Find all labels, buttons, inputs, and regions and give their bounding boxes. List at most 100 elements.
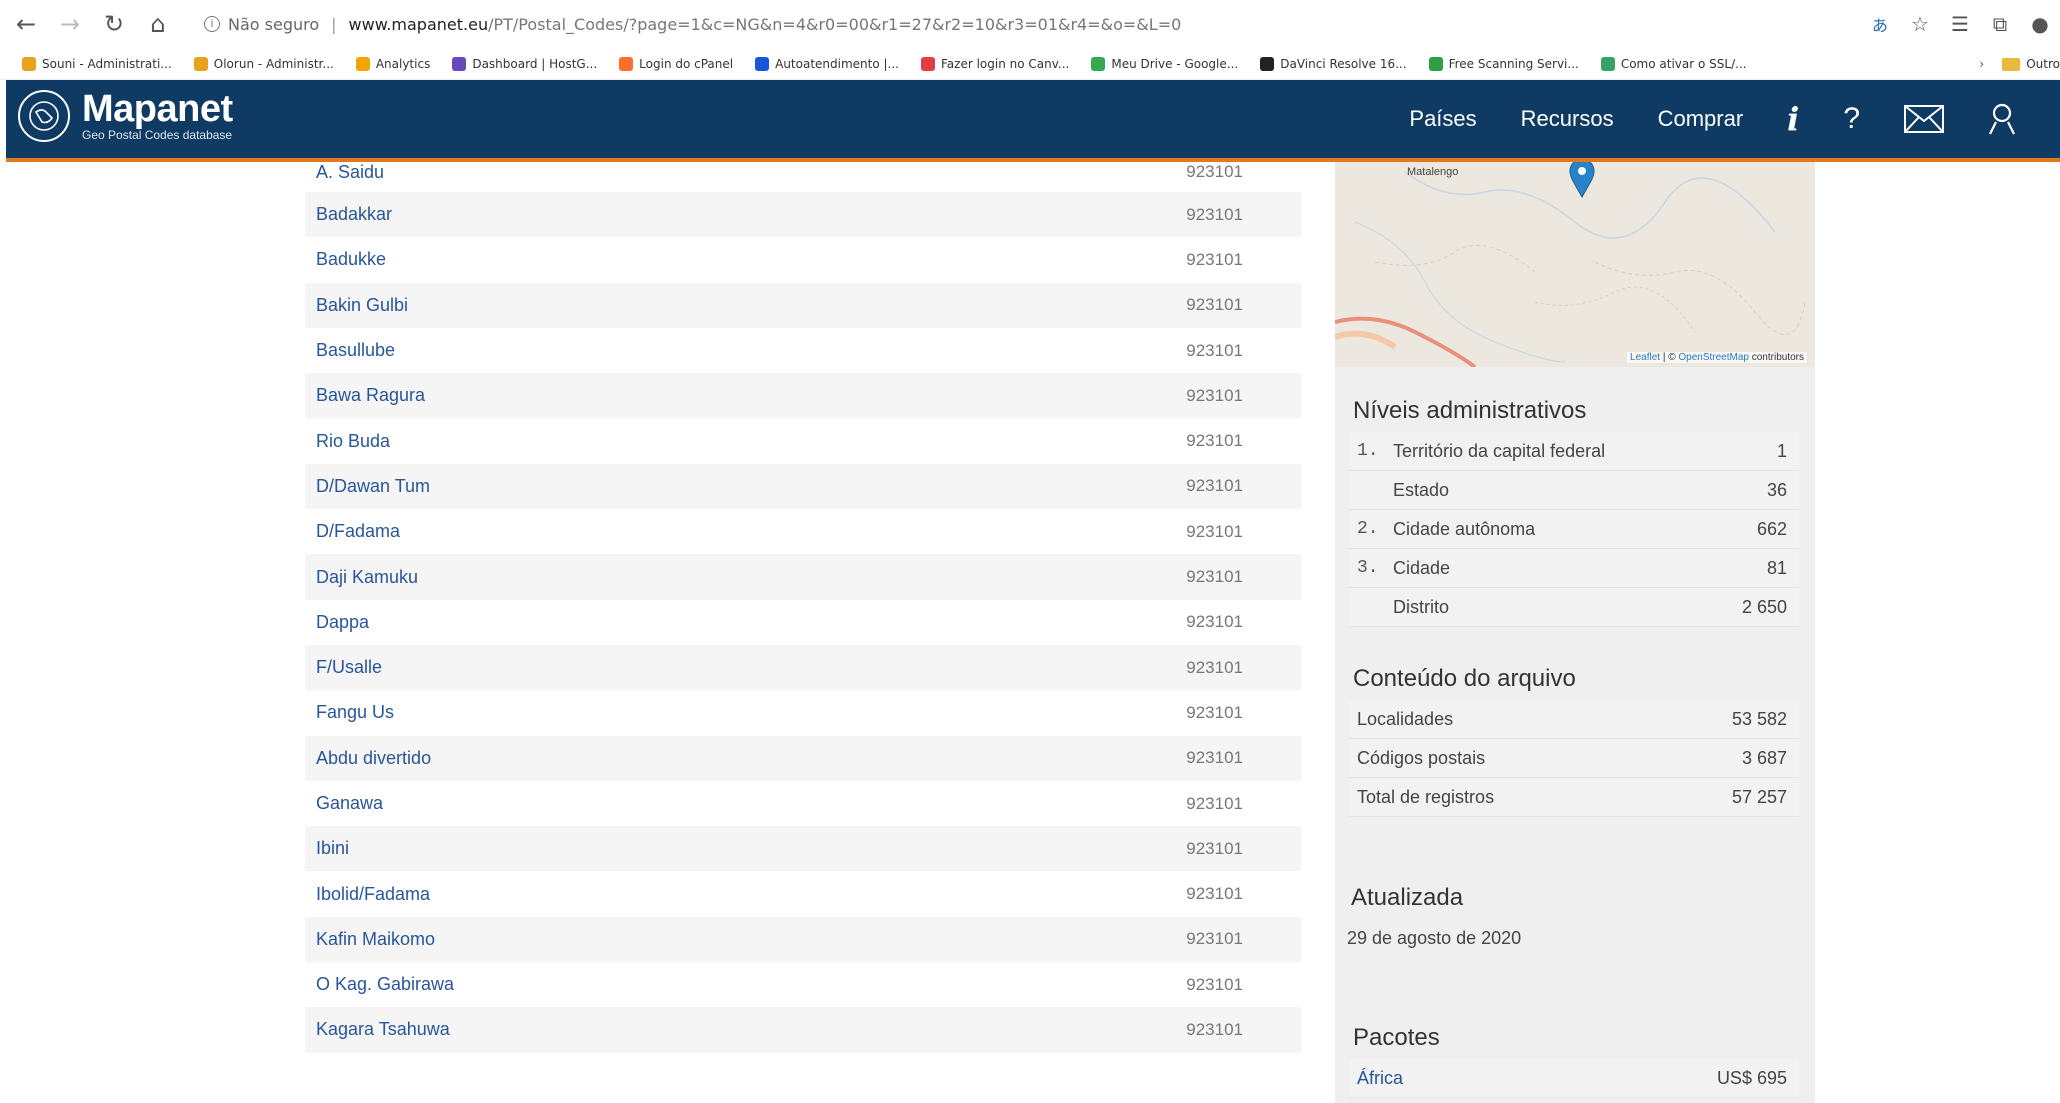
table-row: Dappa 923101: [305, 600, 1301, 645]
locality-link[interactable]: Daji Kamuku: [316, 567, 418, 588]
translate-icon[interactable]: あ: [1860, 12, 1900, 36]
leaflet-link[interactable]: Leaflet: [1630, 352, 1660, 363]
locality-link[interactable]: O Kag. Gabirawa: [316, 974, 454, 995]
table-row: Fangu Us 923101: [305, 690, 1301, 735]
file-contents-label: Total de registros: [1357, 786, 1495, 807]
admin-level-count: 662: [1756, 518, 1787, 539]
locality-link[interactable]: Badukke: [316, 249, 386, 270]
table-row: Basullube 923101: [305, 328, 1301, 373]
bookmark-item[interactable]: Meu Drive - Google...: [1091, 56, 1238, 71]
bookmark-favicon-icon: [921, 56, 935, 71]
url-host: www.mapanet.eu: [348, 14, 489, 34]
locality-link[interactable]: A. Saidu: [316, 162, 384, 183]
postal-code: 923101: [1186, 884, 1243, 904]
sidebar: Matalengo Leaflet | © OpenStreetMap cont…: [1335, 162, 1815, 1103]
browser-address-bar: ← → ↻ ⌂ i Não seguro | www.mapanet.eu/PT/…: [0, 0, 2060, 48]
nav-buy[interactable]: Comprar: [1658, 106, 1744, 132]
bookmark-item[interactable]: Analytics: [355, 56, 430, 71]
package-label: África: [1357, 1067, 1404, 1088]
info-icon[interactable]: i: [1787, 100, 1799, 138]
admin-level-row[interactable]: Distrito 2 650: [1349, 588, 1799, 627]
postal-code: 923101: [1186, 612, 1243, 632]
bookmark-favicon-icon: [1428, 56, 1443, 71]
nav-countries[interactable]: Países: [1409, 106, 1476, 132]
locality-link[interactable]: Rio Buda: [316, 431, 390, 452]
table-row: Abdu divertido 923101: [305, 735, 1301, 781]
admin-level-row[interactable]: Estado 36: [1349, 471, 1799, 510]
locality-link[interactable]: D/Dawan Tum: [316, 476, 430, 497]
postal-code: 923101: [1186, 657, 1243, 677]
user-icon[interactable]: [1988, 103, 2016, 135]
bookmark-item[interactable]: Olorun - Administr...: [193, 56, 334, 71]
site-logo[interactable]: Mapanet Geo Postal Codes database: [18, 90, 233, 142]
locality-link[interactable]: D/Fadama: [316, 521, 400, 542]
bookmark-item[interactable]: Login do cPanel: [619, 56, 733, 71]
postal-code: 923101: [1186, 431, 1243, 451]
location-map[interactable]: Matalengo Leaflet | © OpenStreetMap cont…: [1335, 162, 1815, 367]
attribution-separator: | ©: [1660, 352, 1679, 363]
admin-level-row[interactable]: 1. Território da capital federal 1: [1349, 432, 1799, 471]
bookmark-item[interactable]: Free Scanning Servi...: [1428, 56, 1579, 71]
locality-link[interactable]: Fangu Us: [316, 702, 394, 723]
bookmark-item[interactable]: Fazer login no Canv...: [921, 56, 1070, 71]
admin-level-row[interactable]: 2. Cidade autônoma 662: [1349, 510, 1799, 549]
bookmark-item[interactable]: Como ativar o SSL/...: [1600, 56, 1747, 71]
nav-resources[interactable]: Recursos: [1521, 106, 1614, 132]
logo-title: Mapanet: [82, 88, 233, 130]
postal-code: 923101: [1186, 567, 1243, 587]
table-row: Kagara Tsahuwa 923101: [305, 1007, 1301, 1053]
other-bookmarks-label[interactable]: Outro: [2026, 57, 2060, 71]
admin-level-count: 2 650: [1741, 596, 1787, 617]
locality-link[interactable]: Ganawa: [316, 793, 383, 814]
bookmark-favicon-icon: [452, 56, 467, 71]
locality-link[interactable]: F/Usalle: [316, 657, 382, 678]
package-row[interactable]: África US$ 695: [1349, 1059, 1799, 1098]
bookmark-item[interactable]: Autoatendimento |...: [755, 56, 899, 71]
bookmark-item[interactable]: Souni - Administrati...: [22, 56, 172, 71]
map-place-label: Matalengo: [1407, 166, 1459, 178]
admin-level-count: 81: [1766, 557, 1787, 578]
url-field[interactable]: i Não seguro | www.mapanet.eu/PT/Postal_C…: [204, 15, 1181, 34]
chevron-right-icon[interactable]: ›: [1979, 57, 1984, 71]
file-contents-value: 57 257: [1731, 786, 1787, 807]
locality-link[interactable]: Bakin Gulbi: [316, 295, 408, 316]
locality-link[interactable]: Dappa: [316, 612, 369, 633]
back-arrow-icon[interactable]: ←: [8, 6, 44, 42]
osm-link[interactable]: OpenStreetMap: [1678, 352, 1749, 363]
favorites-list-icon[interactable]: ☰: [1940, 12, 1980, 36]
profile-avatar[interactable]: ●: [2020, 12, 2060, 36]
bookmark-item[interactable]: Dashboard | HostG...: [452, 56, 597, 71]
postal-code: 923101: [1186, 793, 1243, 813]
logo-subtitle: Geo Postal Codes database: [82, 128, 233, 142]
bookmark-label: Fazer login no Canv...: [941, 56, 1070, 71]
favorite-star-icon[interactable]: ☆: [1900, 12, 1940, 36]
help-icon[interactable]: ?: [1843, 102, 1860, 136]
postal-code: 923101: [1186, 702, 1243, 722]
locality-link[interactable]: Ibini: [316, 838, 349, 859]
postal-code: 923101: [1186, 974, 1243, 994]
bookmark-label: Free Scanning Servi...: [1448, 56, 1579, 71]
locality-link[interactable]: Kafin Maikomo: [316, 929, 435, 950]
forward-arrow-icon[interactable]: →: [52, 6, 88, 42]
collections-icon[interactable]: ⧉: [1980, 12, 2020, 36]
map-marker-icon[interactable]: [1569, 162, 1595, 198]
home-icon[interactable]: ⌂: [140, 6, 176, 42]
postal-code: 923101: [1186, 204, 1243, 224]
updated-title: Atualizada: [1351, 884, 1464, 911]
security-indicator[interactable]: i Não seguro: [204, 15, 319, 34]
locality-link[interactable]: Abdu divertido: [316, 748, 431, 769]
browser-toolbar-right: あ ☆ ☰ ⧉ ●: [1860, 0, 2060, 48]
postal-code: 923101: [1186, 340, 1243, 360]
table-row: O Kag. Gabirawa 923101: [305, 962, 1301, 1007]
mail-icon[interactable]: [1904, 105, 1944, 133]
reload-icon[interactable]: ↻: [96, 6, 132, 42]
bookmark-item[interactable]: DaVinci Resolve 16...: [1260, 56, 1407, 71]
bookmark-label: Como ativar o SSL/...: [1620, 56, 1747, 71]
locality-link[interactable]: Kagara Tsahuwa: [316, 1019, 450, 1040]
locality-link[interactable]: Basullube: [316, 340, 395, 361]
locality-link[interactable]: Ibolid/Fadama: [316, 884, 430, 905]
locality-link[interactable]: Badakkar: [316, 204, 392, 225]
locality-link[interactable]: Bawa Ragura: [316, 385, 425, 406]
admin-level-count: 36: [1766, 479, 1787, 500]
admin-level-row[interactable]: 3. Cidade 81: [1349, 549, 1799, 588]
